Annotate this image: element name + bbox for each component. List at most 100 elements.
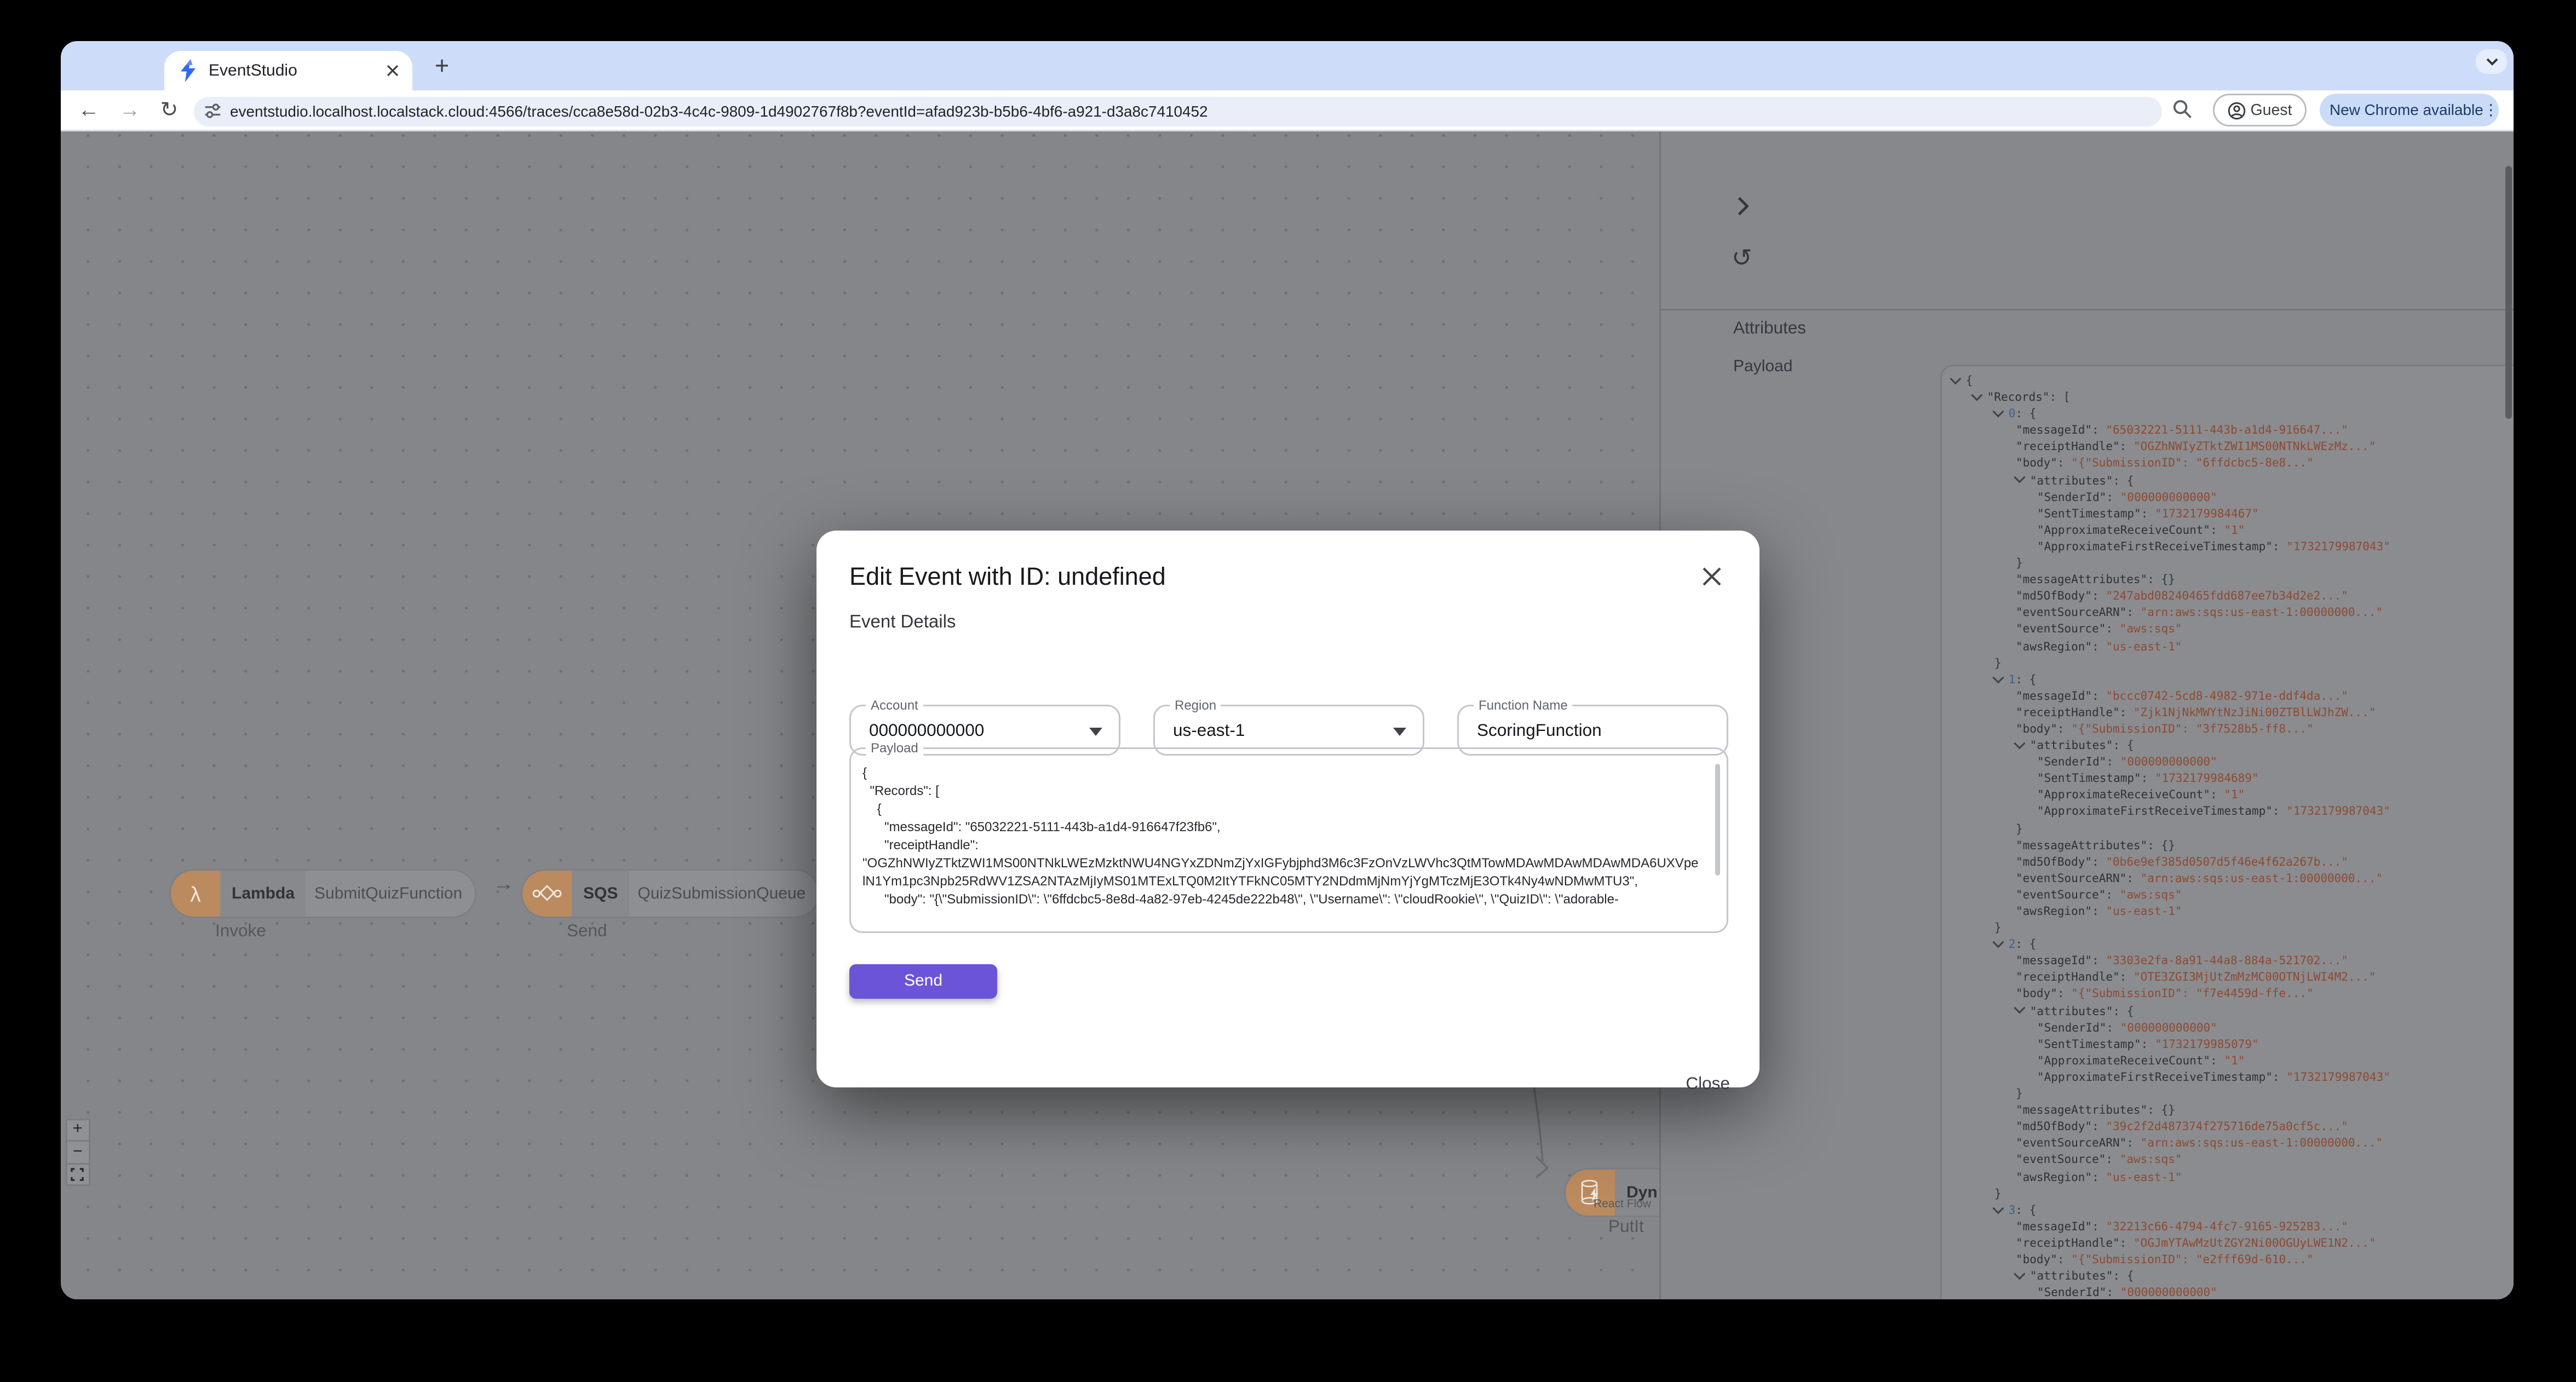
json-line: "SenderId": "000000000000" xyxy=(2037,1021,2217,1034)
json-line[interactable]: "attributes": { xyxy=(1942,738,2514,754)
json-line: "eventSourceARN": "arn:aws:sqs:us-east-1… xyxy=(2016,606,2383,620)
json-line: "receiptHandle": "OGJmYTAwMzUtZGY2Ni00OG… xyxy=(2016,1236,2376,1250)
chrome-update-button[interactable]: New Chrome available ⋮ xyxy=(2320,94,2499,126)
profile-button[interactable]: Guest xyxy=(2213,94,2307,126)
json-line: "body": "{"SubmissionID": "6ffdcbc5-8e8.… xyxy=(2016,457,2314,471)
close-button[interactable]: Close xyxy=(1686,1074,1730,1094)
json-line: "messageId": "3303e2fa-8a91-44a8-884a-52… xyxy=(2016,954,2348,968)
replay-icon[interactable]: ↻ xyxy=(1732,243,1752,273)
json-line[interactable]: "Records": [ xyxy=(1942,389,2514,406)
json-line: } xyxy=(1994,1187,2002,1200)
json-line: } xyxy=(2016,557,2023,571)
json-line[interactable]: { xyxy=(1942,372,2514,389)
react-flow-attribution[interactable]: React Flow xyxy=(1594,1199,1651,1211)
json-line: "SenderId": "000000000000" xyxy=(2037,1286,2217,1299)
site-settings-icon[interactable] xyxy=(204,102,222,120)
payload-textarea[interactable]: { "Records": [ { "messageId": "65032221-… xyxy=(863,763,1700,921)
json-line: "receiptHandle": "Zjk1NjNkMWYtNzJiNi00ZT… xyxy=(2016,706,2376,719)
json-line: "ApproximateReceiveCount": "1" xyxy=(2037,1054,2245,1068)
chevron-down-icon xyxy=(2486,58,2497,66)
collapse-arrow-icon[interactable] xyxy=(2014,472,2025,483)
collapse-arrow-icon[interactable] xyxy=(1993,1201,2004,1213)
event-details-panel: ↻ Attributes Payload {"Records": [0: {"m… xyxy=(1659,131,2514,1299)
json-line: "md5OfBody": "0b6e9ef385d0507d5f46e4f62a… xyxy=(2016,855,2348,869)
person-icon xyxy=(2228,101,2245,119)
screen: EventStudio + ← → ↻ eventstudio.localhos… xyxy=(0,0,2576,1382)
payload-scrollbar[interactable] xyxy=(1714,763,1720,875)
browser-window: EventStudio + ← → ↻ eventstudio.localhos… xyxy=(61,41,2514,1299)
browser-toolbar: ← → ↻ eventstudio.localhost.localstack.c… xyxy=(61,90,2514,131)
menu-kebab-icon[interactable]: ⋮ xyxy=(2483,101,2499,119)
json-line[interactable]: 3: { xyxy=(1942,1201,2514,1218)
json-line[interactable]: 2: { xyxy=(1942,936,2514,953)
collapse-arrow-icon[interactable] xyxy=(2014,1268,2025,1279)
collapse-arrow-icon[interactable] xyxy=(2014,1003,2025,1014)
collapse-arrow-icon[interactable] xyxy=(1950,372,1961,384)
json-line[interactable]: 1: { xyxy=(1942,671,2514,688)
divider xyxy=(1661,309,2514,310)
json-line: "body": "{"SubmissionID": "e2fff69d-610.… xyxy=(2016,1253,2314,1266)
field-label: Payload xyxy=(866,740,923,755)
json-line: "body": "{"SubmissionID": "3f7528b5-ff8.… xyxy=(2016,722,2314,736)
collapse-arrow-icon[interactable] xyxy=(1971,389,1982,400)
json-line: "md5OfBody": "39c2f2d487374f275716de75a0… xyxy=(2016,1120,2348,1134)
modal-close-icon[interactable] xyxy=(1700,565,1723,588)
payload-json-viewer[interactable]: {"Records": [0: {"messageId": "65032221-… xyxy=(1940,365,2514,1299)
json-line: "ApproximateReceiveCount": "1" xyxy=(2037,789,2245,803)
json-line: "eventSourceARN": "arn:aws:sqs:us-east-1… xyxy=(2016,1137,2383,1150)
zoom-in-button[interactable]: + xyxy=(67,1120,88,1142)
dropdown-arrow-icon xyxy=(1393,728,1406,736)
zoom-out-button[interactable]: − xyxy=(67,1142,88,1164)
json-line: } xyxy=(2016,1087,2023,1101)
search-icon[interactable] xyxy=(2172,99,2193,120)
back-button[interactable]: ← xyxy=(76,92,102,128)
address-bar[interactable]: eventstudio.localhost.localstack.cloud:4… xyxy=(194,96,2162,126)
new-tab-button[interactable]: + xyxy=(424,49,460,85)
edge-action-label: PutIt xyxy=(1608,1217,1644,1237)
json-line[interactable]: "attributes": { xyxy=(1942,472,2514,489)
attributes-section-header[interactable]: Attributes xyxy=(1733,319,1806,338)
json-line: "awsRegion": "us-east-1" xyxy=(2016,1170,2182,1184)
page-content: λ Lambda SubmitQuizFunction Invoke → SQS… xyxy=(61,131,2514,1299)
json-line[interactable]: "attributes": { xyxy=(1942,1003,2514,1020)
forward-button[interactable]: → xyxy=(117,92,143,128)
send-button[interactable]: Send xyxy=(849,964,997,999)
collapse-arrow-icon[interactable] xyxy=(1993,671,2004,682)
fit-view-button[interactable] xyxy=(67,1164,88,1185)
section-title: Event Details xyxy=(849,613,956,632)
json-line: "receiptHandle": "OTE3ZGI3MjUtZmMzMC00OT… xyxy=(2016,971,2376,985)
reload-button[interactable]: ↻ xyxy=(156,92,182,128)
json-line[interactable]: 0: { xyxy=(1942,406,2514,423)
eventstudio-favicon xyxy=(181,59,196,82)
json-line: "eventSource": "aws:sqs" xyxy=(2016,623,2182,637)
json-line: "receiptHandle": "OGZhNWIyZTktZWI1MS00NT… xyxy=(2016,441,2376,454)
field-value: us-east-1 xyxy=(1173,720,1245,740)
json-line: "messageAttributes": {} xyxy=(2016,1104,2175,1118)
payload-field-label: Payload xyxy=(1733,358,1793,376)
json-line: "SentTimestamp": "1732179985079" xyxy=(2037,1038,2259,1051)
json-line: "eventSourceARN": "arn:aws:sqs:us-east-1… xyxy=(2016,872,2383,885)
collapse-arrow-icon[interactable] xyxy=(1993,406,2004,417)
panel-collapse-icon[interactable] xyxy=(1737,195,1750,217)
page-scrollbar[interactable] xyxy=(2505,166,2512,419)
json-line: "messageId": "bccc0742-5cd8-4982-971e-dd… xyxy=(2016,689,2348,703)
json-line: "messageId": "32213c66-4794-4fc7-9165-92… xyxy=(2016,1220,2348,1234)
json-line[interactable]: "attributes": { xyxy=(1942,1268,2514,1285)
collapse-arrow-icon[interactable] xyxy=(1993,936,2004,947)
tab-search-button[interactable] xyxy=(2476,49,2507,74)
chrome-update-label: New Chrome available xyxy=(2330,102,2483,118)
edit-event-modal: Edit Event with ID: undefined Event Deta… xyxy=(817,531,1760,1094)
canvas-zoom-controls: + − xyxy=(66,1118,90,1186)
json-line: "md5OfBody": "247abd08240465fdd687ee7b34… xyxy=(2016,590,2348,603)
collapse-arrow-icon[interactable] xyxy=(2014,738,2025,748)
json-line: "messageAttributes": {} xyxy=(2016,838,2175,852)
profile-label: Guest xyxy=(2250,101,2292,119)
tab-eventstudio[interactable]: EventStudio xyxy=(164,51,412,90)
json-line: "ApproximateFirstReceiveTimestamp": "173… xyxy=(2037,805,2390,819)
json-line: "awsRegion": "us-east-1" xyxy=(2016,905,2182,918)
url-text: eventstudio.localhost.localstack.cloud:4… xyxy=(230,103,1208,120)
tab-title: EventStudio xyxy=(209,61,297,80)
payload-field: Payload { "Records": [ { "messageId": "6… xyxy=(849,740,1728,932)
modal-title: Edit Event with ID: undefined xyxy=(849,563,1166,591)
tab-close-icon[interactable] xyxy=(386,64,399,77)
